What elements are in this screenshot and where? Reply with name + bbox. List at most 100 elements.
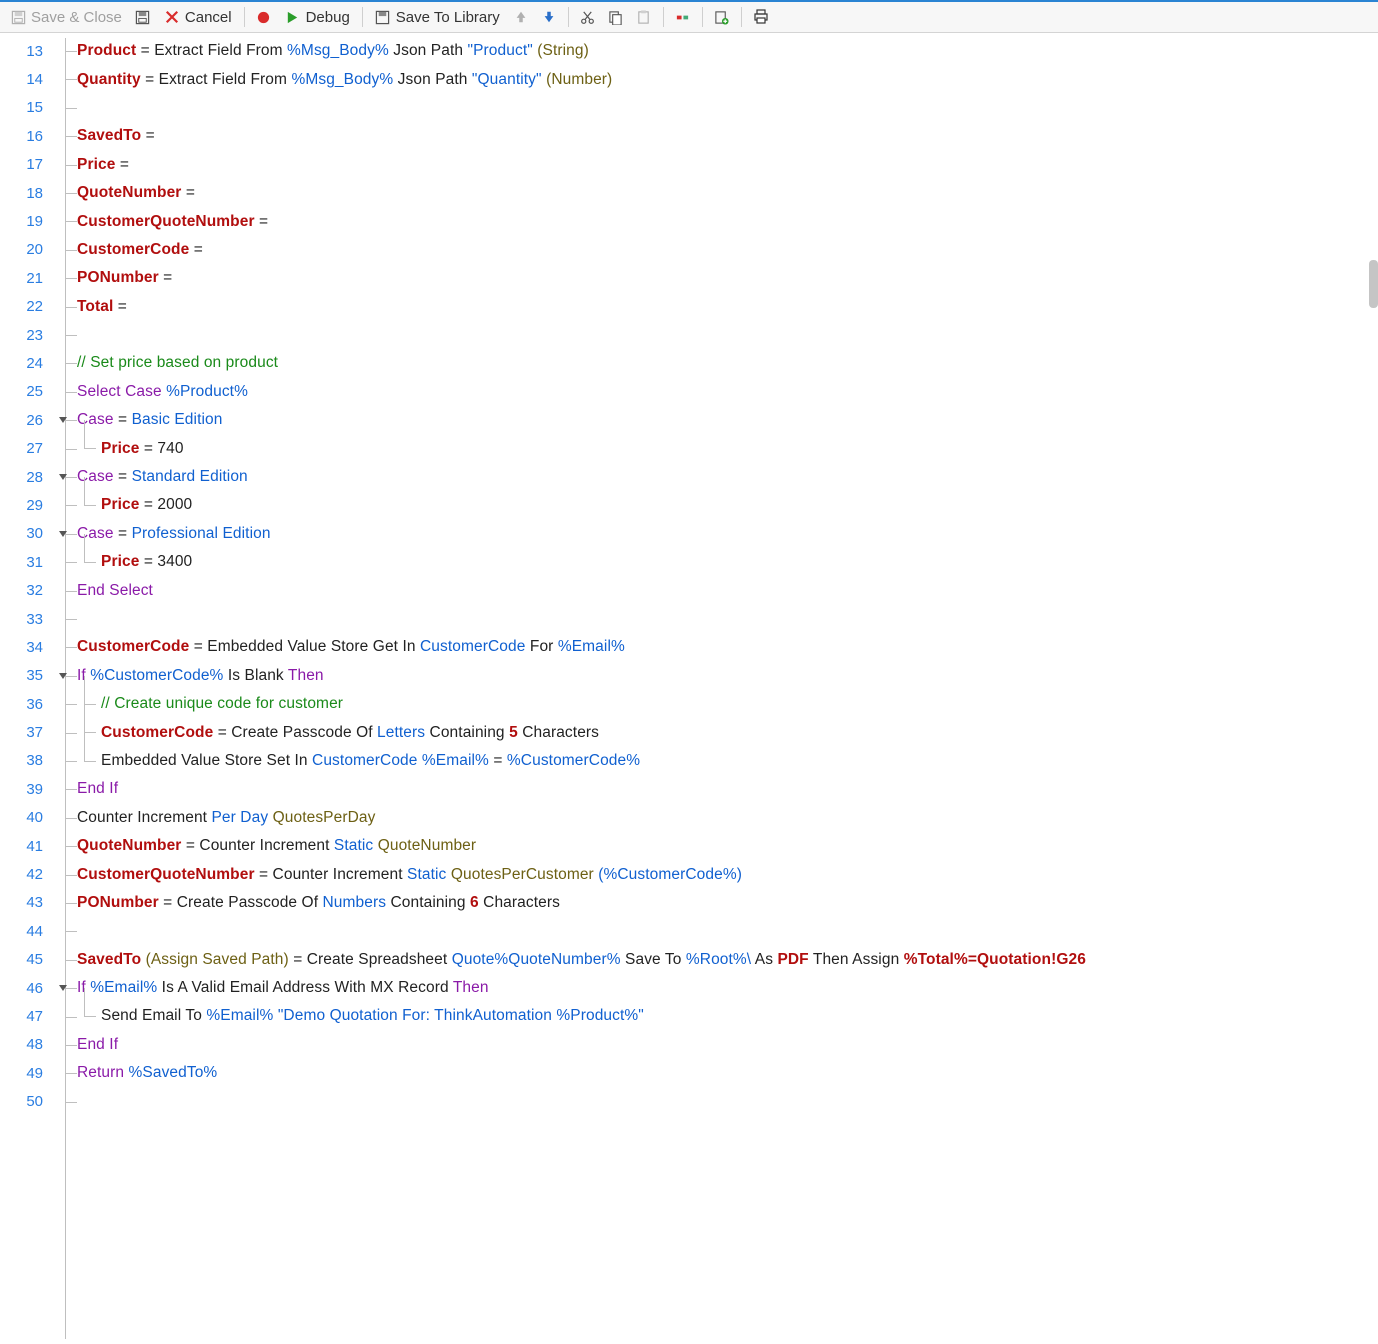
code-line[interactable]: Return %SavedTo%	[77, 1059, 1378, 1087]
line-number: 48	[0, 1031, 55, 1059]
token-kw2: CustomerCode	[420, 638, 525, 655]
token-plain: = Extract Field From	[141, 71, 292, 88]
line-number: 21	[0, 264, 55, 292]
token-pct: %Msg_Body%	[287, 42, 389, 59]
token-var: Price	[101, 496, 139, 513]
code-line[interactable]: Quantity = Extract Field From %Msg_Body%…	[77, 65, 1378, 93]
line-number: 44	[0, 917, 55, 945]
code-line[interactable]: End Select	[77, 576, 1378, 604]
token-num: 2000	[157, 496, 192, 513]
code-line[interactable]: If %CustomerCode% Is Blank Then	[77, 662, 1378, 690]
token-plain: =	[255, 213, 269, 230]
token-plain: For	[525, 638, 557, 655]
code-line[interactable]: Price =	[77, 151, 1378, 179]
save-library-button[interactable]: Save To Library	[369, 3, 506, 31]
code-line[interactable]: Send Email To %Email% "Demo Quotation Fo…	[77, 1002, 1378, 1030]
debug-button[interactable]: Debug	[279, 3, 356, 31]
code-line[interactable]	[77, 321, 1378, 349]
line-number: 37	[0, 718, 55, 746]
code-line[interactable]: End If	[77, 1031, 1378, 1059]
cut-button[interactable]	[575, 3, 601, 31]
token-var: PDF	[777, 951, 808, 968]
tree-branch	[65, 420, 77, 421]
code-line[interactable]: // Create unique code for customer	[77, 690, 1378, 718]
code-line[interactable]: Counter Increment Per Day QuotesPerDay	[77, 804, 1378, 832]
toolbar-separator	[244, 7, 245, 27]
code-line[interactable]: SavedTo =	[77, 122, 1378, 150]
code-line[interactable]: Embedded Value Store Set In CustomerCode…	[77, 747, 1378, 775]
token-plain: =	[114, 525, 132, 542]
code-line[interactable]: Price = 2000	[77, 491, 1378, 519]
code-line[interactable]: CustomerCode =	[77, 236, 1378, 264]
token-plain: =	[115, 156, 129, 173]
code-line[interactable]: QuoteNumber = Counter Increment Static Q…	[77, 832, 1378, 860]
tree-branch	[65, 931, 77, 932]
token-var: 6	[470, 894, 479, 911]
token-plain: Characters	[518, 724, 599, 741]
save-close-button[interactable]: Save & Close	[4, 3, 128, 31]
token-pct: %Product%	[166, 383, 248, 400]
code-line[interactable]: Product = Extract Field From %Msg_Body% …	[77, 37, 1378, 65]
save-library-icon	[375, 9, 391, 25]
code-line[interactable]: CustomerCode = Create Passcode Of Letter…	[77, 718, 1378, 746]
code-area[interactable]: Product = Extract Field From %Msg_Body% …	[77, 33, 1378, 1344]
cancel-button[interactable]: Cancel	[158, 3, 238, 31]
code-line[interactable]: Select Case %Product%	[77, 378, 1378, 406]
token-pct: %Root%\	[686, 951, 751, 968]
token-kw: End Select	[77, 582, 153, 599]
move-down-button[interactable]	[536, 3, 562, 31]
cut-icon	[580, 9, 596, 25]
print-button[interactable]	[748, 3, 774, 31]
token-pct: %Email%	[90, 979, 157, 996]
token-var: QuoteNumber	[77, 184, 181, 201]
token-pct: %CustomerCode%	[90, 667, 223, 684]
tree-branch	[65, 250, 77, 251]
token-plain: Is A Valid Email Address With MX Record	[157, 979, 453, 996]
breakpoint-button[interactable]	[670, 3, 696, 31]
paste-button[interactable]	[631, 3, 657, 31]
code-line[interactable]	[77, 917, 1378, 945]
code-line[interactable]: CustomerQuoteNumber =	[77, 207, 1378, 235]
code-line[interactable]	[77, 94, 1378, 122]
tree-branch	[65, 1045, 77, 1046]
code-line[interactable]: Case = Professional Edition	[77, 520, 1378, 548]
token-plain: =	[489, 752, 507, 769]
arrow-down-icon	[541, 9, 557, 25]
code-line[interactable]: CustomerQuoteNumber = Counter Increment …	[77, 860, 1378, 888]
line-number: 22	[0, 293, 55, 321]
code-line[interactable]: Total =	[77, 293, 1378, 321]
code-line[interactable]: Price = 3400	[77, 548, 1378, 576]
token-pct: (%CustomerCode%)	[598, 866, 742, 883]
save-close-icon	[10, 9, 26, 25]
token-kw2: Quote%QuoteNumber%	[452, 951, 621, 968]
token-plain: Containing	[386, 894, 470, 911]
code-line[interactable]: // Set price based on product	[77, 349, 1378, 377]
line-number: 38	[0, 747, 55, 775]
line-number: 29	[0, 491, 55, 519]
code-line[interactable]: PONumber =	[77, 264, 1378, 292]
line-number: 15	[0, 94, 55, 122]
token-plain: Embedded Value Store Set In	[101, 752, 312, 769]
code-line[interactable]: Price = 740	[77, 434, 1378, 462]
code-line[interactable]: QuoteNumber =	[77, 179, 1378, 207]
code-line[interactable]: If %Email% Is A Valid Email Address With…	[77, 974, 1378, 1002]
play-icon	[285, 9, 301, 25]
code-line[interactable]: End If	[77, 775, 1378, 803]
copy-button[interactable]	[603, 3, 629, 31]
code-line[interactable]: PONumber = Create Passcode Of Numbers Co…	[77, 889, 1378, 917]
token-plain: = Counter Increment	[181, 837, 333, 854]
scrollbar-thumb[interactable]	[1369, 260, 1378, 308]
insert-button[interactable]	[709, 3, 735, 31]
code-line[interactable]	[77, 605, 1378, 633]
save-button[interactable]	[130, 3, 156, 31]
code-line[interactable]: CustomerCode = Embedded Value Store Get …	[77, 633, 1378, 661]
tree-branch	[65, 193, 77, 194]
token-var: Total	[77, 298, 113, 315]
code-line[interactable]: SavedTo (Assign Saved Path) = Create Spr…	[77, 946, 1378, 974]
record-button[interactable]	[251, 3, 277, 31]
code-line[interactable]: Case = Basic Edition	[77, 406, 1378, 434]
tree-branch	[65, 591, 77, 592]
code-line[interactable]	[77, 1087, 1378, 1115]
move-up-button[interactable]	[508, 3, 534, 31]
code-line[interactable]: Case = Standard Edition	[77, 463, 1378, 491]
